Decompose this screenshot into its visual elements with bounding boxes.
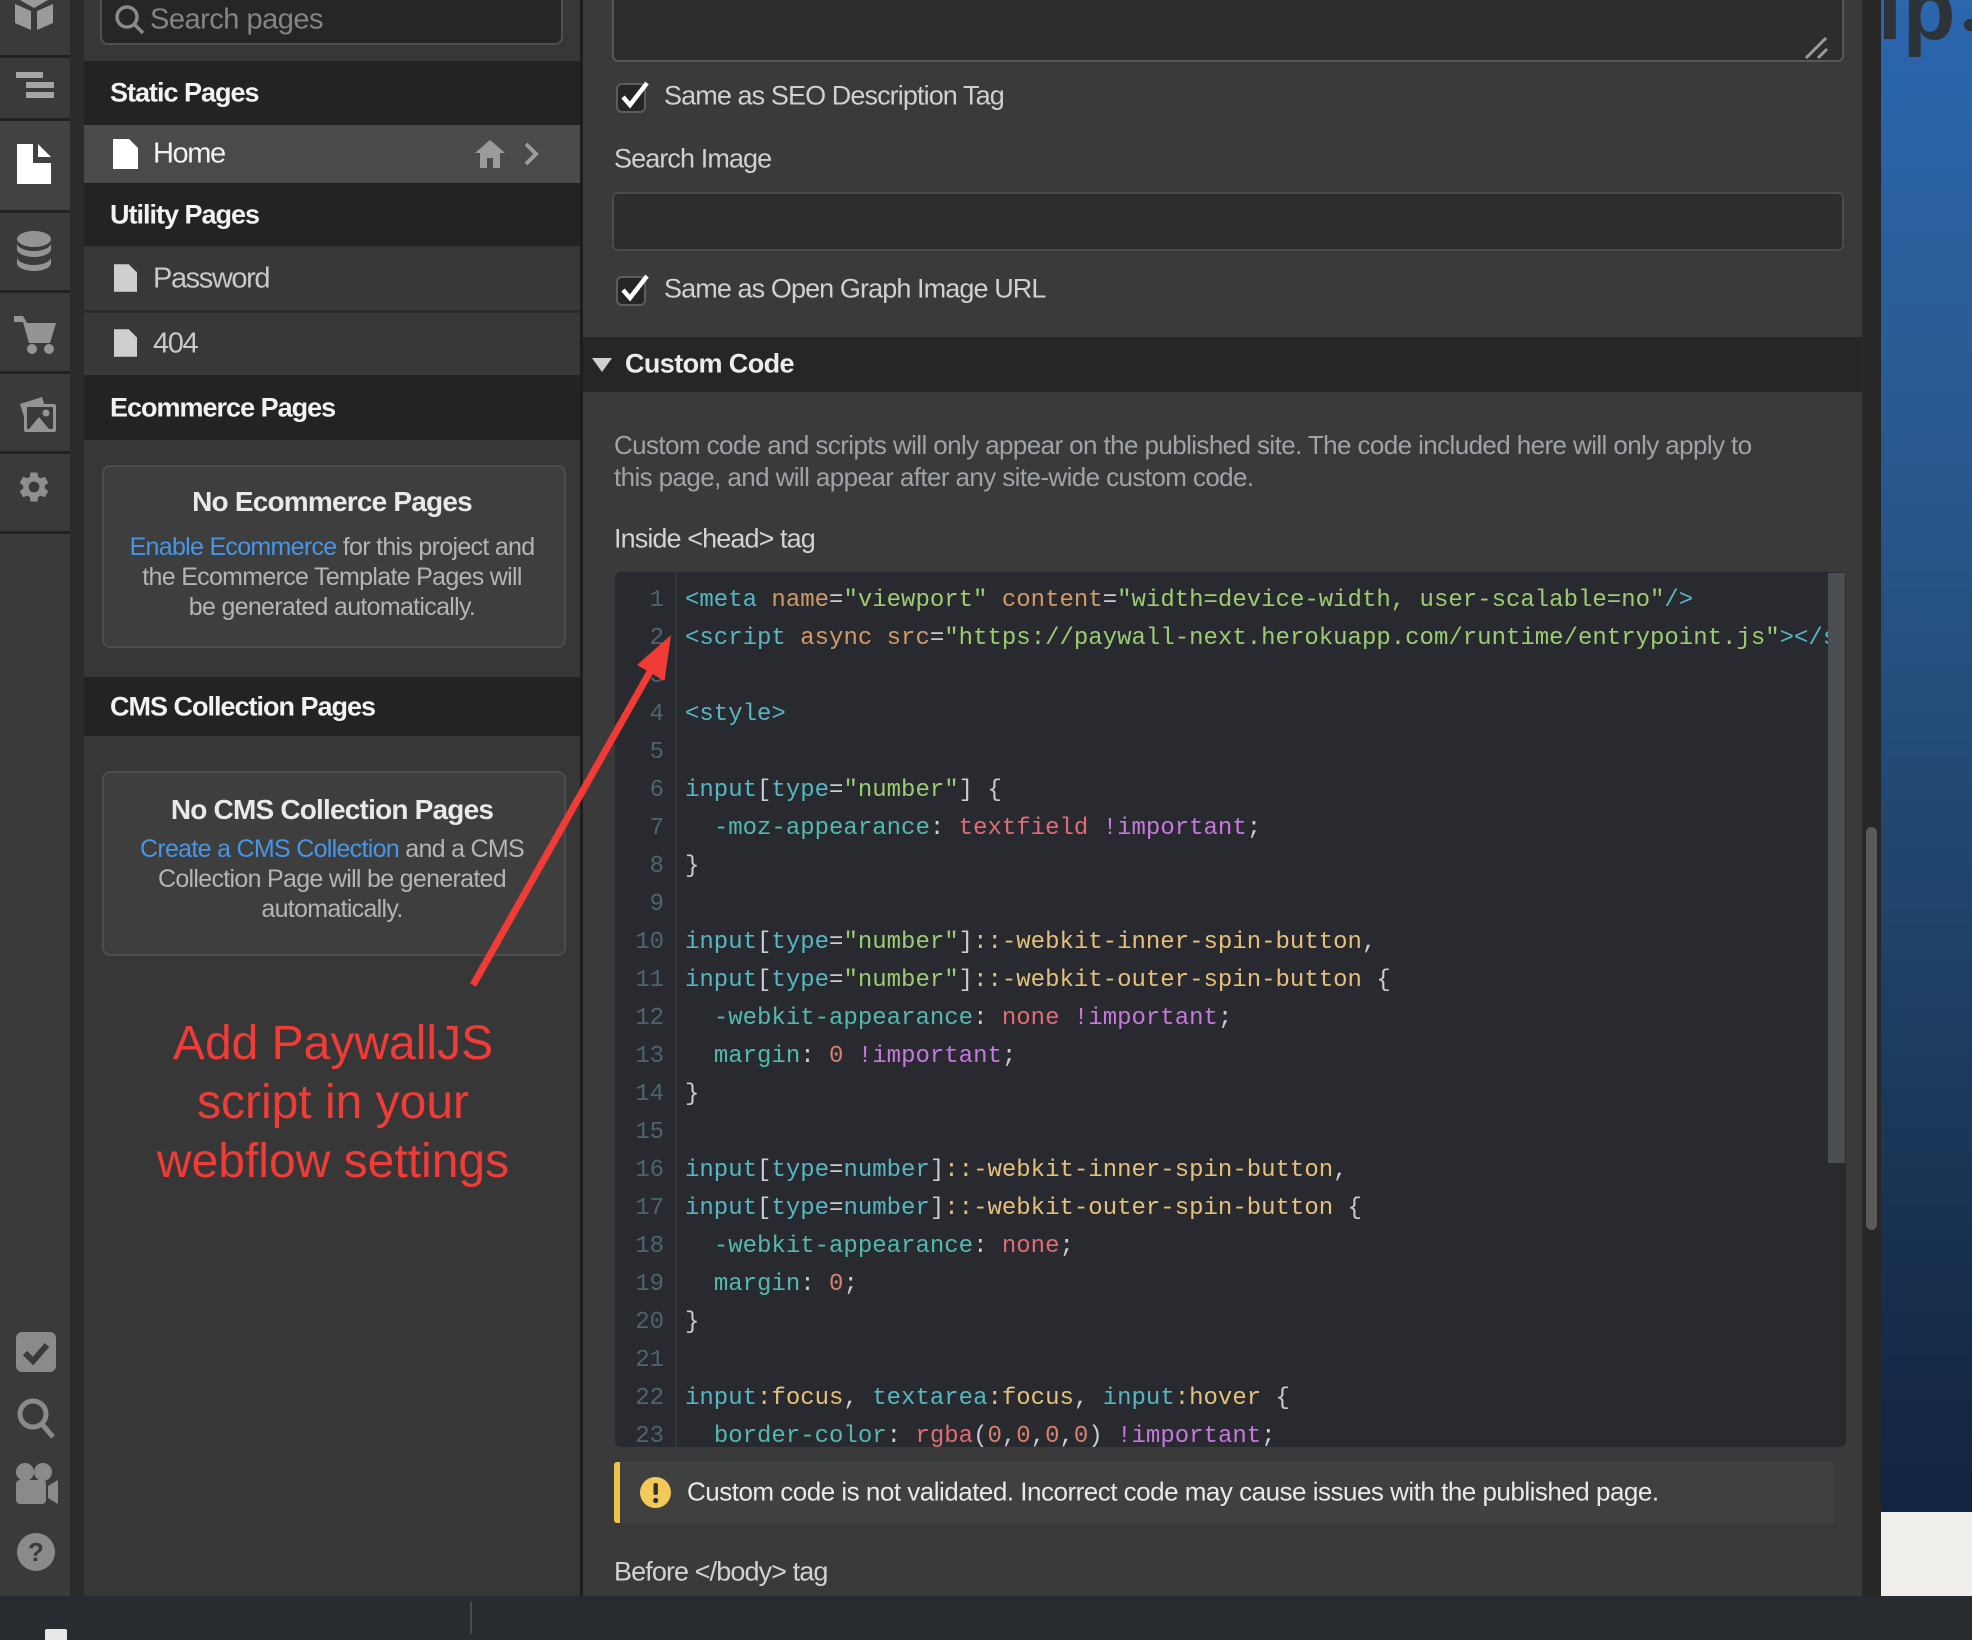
svg-text:?: ? <box>28 1537 44 1567</box>
